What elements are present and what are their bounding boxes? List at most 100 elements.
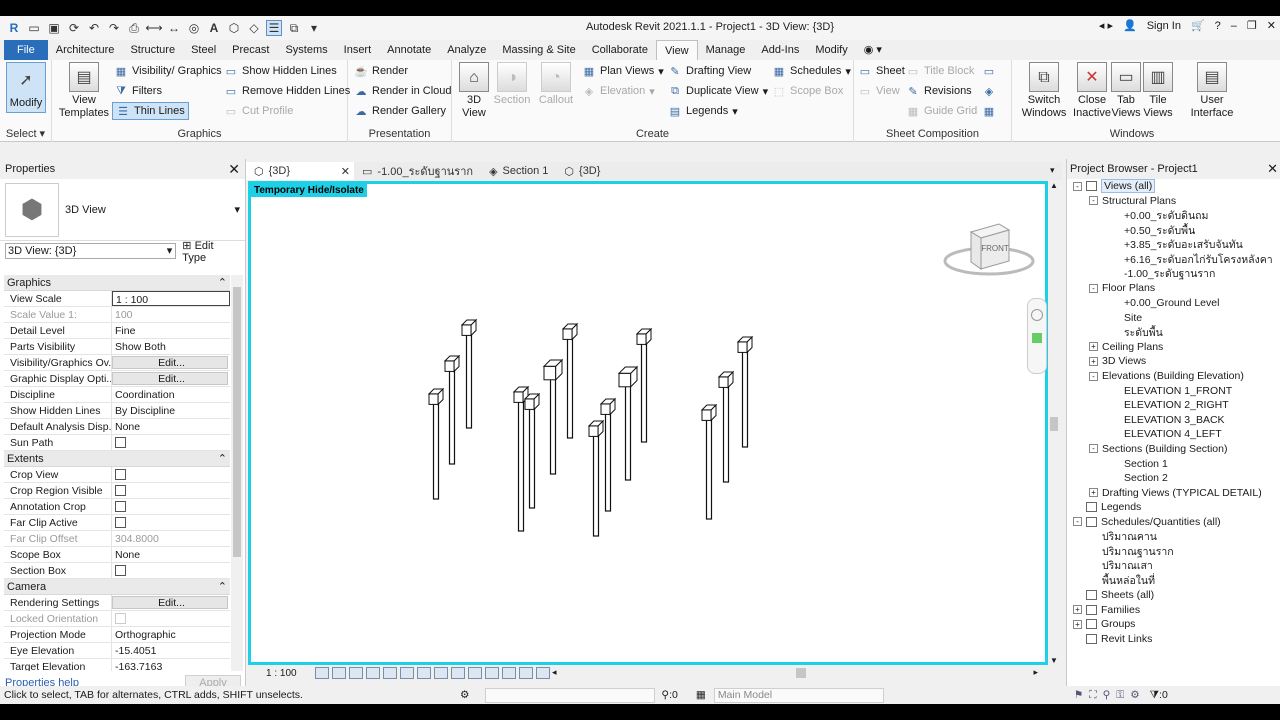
property-value[interactable] (112, 483, 230, 498)
legends-button[interactable]: ▤ Legends ▾ (668, 102, 738, 120)
type-selector[interactable]: ⬢ 3D View ▾ (0, 179, 245, 241)
scroll-down-icon[interactable]: ▼ (1048, 656, 1060, 665)
canvas-horizontal-thumb[interactable] (796, 668, 806, 678)
scroll-right-icon[interactable]: ▸ (1033, 667, 1038, 678)
title-block-button[interactable]: ▭ Title Block (906, 62, 975, 80)
visibility-graphics-button[interactable]: ▦ Visibility/ Graphics (114, 62, 222, 80)
property-checkbox[interactable] (115, 437, 126, 448)
structural-column[interactable] (460, 318, 478, 429)
ribbon-tab-add-ins[interactable]: Add-Ins (753, 40, 807, 60)
scroll-up-icon[interactable]: ▲ (1048, 181, 1060, 190)
remove-hidden-lines-button[interactable]: ▭ Remove Hidden Lines (224, 82, 350, 100)
browser-tree-item[interactable]: +0.50_ระดับพื้น (1067, 223, 1280, 238)
worksets-icon[interactable]: ⚙ (460, 689, 469, 701)
temporary-view-properties-icon[interactable] (501, 667, 516, 679)
property-checkbox[interactable] (115, 517, 126, 528)
browser-tree-item[interactable]: ระดับพื้น (1067, 325, 1280, 340)
browser-tree-item[interactable]: พื้นหล่อในที่ (1067, 573, 1280, 588)
browser-tree-item[interactable]: Site (1067, 310, 1280, 325)
undo-icon[interactable]: ↶ (86, 20, 102, 36)
modify-button[interactable]: ➚ Modify (6, 62, 46, 113)
browser-tree-item[interactable]: ปริมาณคาน (1067, 529, 1280, 544)
ribbon-tab-massing-site[interactable]: Massing & Site (494, 40, 583, 60)
view-tab[interactable]: ⬡ {3D} (556, 162, 608, 180)
expand-icon[interactable]: + (1073, 605, 1082, 615)
filter-icon[interactable]: ⧩ (1150, 689, 1159, 702)
browser-tree-item[interactable]: ELEVATION 3_BACK (1067, 413, 1280, 428)
sign-in-link[interactable]: Sign In (1147, 20, 1181, 32)
property-value[interactable] (112, 563, 230, 578)
revisions-button[interactable]: ✎ Revisions (906, 82, 971, 100)
browser-tree-item[interactable]: +6.16_ระดับอกไก่รับโครงหลังคา (1067, 252, 1280, 267)
ribbon-tab-insert[interactable]: Insert (336, 40, 380, 60)
render-button[interactable]: ☕ Render (354, 62, 408, 80)
view-reference-button[interactable]: ◈ (982, 82, 996, 100)
ribbon-tab-view[interactable]: View (655, 40, 698, 60)
ribbon-tab-file[interactable]: File (4, 40, 48, 60)
section-icon[interactable]: ◇ (246, 20, 262, 36)
browser-tree-item[interactable]: + Ceiling Plans (1067, 340, 1280, 355)
section-button[interactable]: ◑ Section (494, 62, 530, 107)
ribbon-tab-systems[interactable]: Systems (277, 40, 335, 60)
help-icon[interactable]: ? (1215, 20, 1221, 32)
close-tab-icon[interactable]: ✕ (341, 165, 350, 178)
ribbon-tab-precast[interactable]: Precast (224, 40, 277, 60)
browser-tree-item[interactable]: Legends (1067, 500, 1280, 515)
structural-column[interactable] (599, 397, 617, 512)
status-tools-icons[interactable]: ⚑⛶⚲⚿⚙ (1074, 689, 1146, 702)
restore-icon[interactable]: ❐ (1247, 19, 1257, 32)
structural-column[interactable] (717, 370, 735, 483)
show-crop-icon[interactable] (416, 667, 431, 679)
tag-icon[interactable]: ◎ (186, 20, 202, 36)
default-3d-icon[interactable]: ⬡ (226, 20, 242, 36)
property-edit-button[interactable]: Edit... (112, 372, 228, 385)
property-group-header[interactable]: Graphics ⌃ (4, 275, 230, 291)
plan-views-button[interactable]: ▦ Plan Views ▾ (582, 62, 664, 80)
guide-grid-button[interactable]: ▦ Guide Grid (906, 102, 977, 120)
collapse-icon[interactable]: - (1089, 196, 1098, 206)
navigation-bar[interactable] (1027, 298, 1047, 374)
measure-icon[interactable]: ⟷ (145, 20, 162, 36)
property-checkbox[interactable] (115, 485, 126, 496)
scope-box-button[interactable]: ⬚ Scope Box (772, 82, 843, 100)
browser-tree-item[interactable]: + Groups (1067, 617, 1280, 632)
design-option-field[interactable]: Main Model (713, 687, 884, 703)
view-tab[interactable]: ⬡ {3D} ✕ (246, 162, 354, 180)
browser-tree-item[interactable]: -1.00_ระดับฐานราก (1067, 267, 1280, 282)
property-group-header[interactable]: Camera ⌃ (4, 579, 230, 595)
structural-column[interactable] (443, 354, 461, 465)
place-view-button[interactable]: ▭ View (858, 82, 900, 100)
browser-tree-item[interactable]: + Drafting Views (TYPICAL DETAIL) (1067, 485, 1280, 500)
revit-logo-icon[interactable]: R (6, 20, 22, 36)
property-value[interactable]: Coordination (112, 387, 230, 402)
edit-type-button[interactable]: ⊞ Edit Type (182, 239, 240, 264)
render-gallery-button[interactable]: ☁ Render Gallery (354, 102, 446, 120)
ribbon-tab-collaborate[interactable]: Collaborate (584, 40, 656, 60)
property-value[interactable] (112, 435, 230, 450)
browser-tree-item[interactable]: ปริมาณเสา (1067, 558, 1280, 573)
collapse-icon[interactable]: - (1089, 444, 1098, 454)
tile-views-button[interactable]: ▥ Tile Views (1143, 62, 1173, 120)
browser-tree-item[interactable]: Sheets (all) (1067, 588, 1280, 603)
design-options-icon[interactable]: ▦ (696, 689, 706, 701)
browser-tree-item[interactable]: +3D Views (1067, 354, 1280, 369)
type-dropdown-icon[interactable]: ▾ (234, 203, 240, 216)
browser-tree-item[interactable]: +0.00_ระดับดินถม (1067, 208, 1280, 223)
search-nav-icon[interactable]: ◂ ▸ (1099, 19, 1113, 32)
structural-column[interactable] (635, 327, 653, 443)
render-cloud-button[interactable]: ☁ Render in Cloud (354, 82, 452, 100)
collapse-icon[interactable]: - (1089, 371, 1098, 381)
temporary-hide-icon[interactable] (450, 667, 465, 679)
cart-icon[interactable]: 🛒 (1191, 19, 1205, 32)
browser-tree-item[interactable]: Section 2 (1067, 471, 1280, 486)
property-edit-button[interactable]: Edit... (112, 356, 228, 369)
expand-icon[interactable]: + (1089, 488, 1098, 498)
text-icon[interactable]: A (206, 20, 222, 36)
collapse-icon[interactable]: - (1089, 283, 1098, 293)
structural-column[interactable] (427, 387, 445, 500)
property-group-header[interactable]: Extents ⌃ (4, 451, 230, 467)
redo-icon[interactable]: ↷ (106, 20, 122, 36)
drawing-area[interactable]: Temporary Hide/Isolate FRONT (248, 181, 1048, 665)
property-value[interactable]: -163.7163 (112, 659, 230, 671)
structural-column[interactable] (617, 365, 639, 481)
